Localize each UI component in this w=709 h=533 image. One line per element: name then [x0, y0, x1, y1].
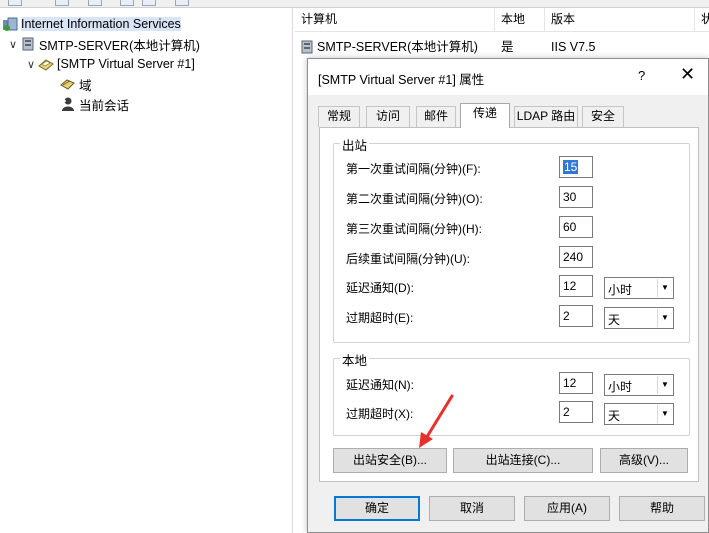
cell-version: IIS V7.5 [551, 40, 596, 54]
session-icon [60, 96, 76, 112]
column-header-version[interactable]: 版本 [545, 8, 695, 32]
tab-strip: 常规 访问 邮件 传递 LDAP 路由 安全 [318, 103, 698, 128]
view-icon[interactable] [55, 0, 69, 6]
tab-ldap-routing[interactable]: LDAP 路由 [514, 106, 578, 127]
list-item[interactable]: SMTP-SERVER(本地计算机) 是 IIS V7.5 [295, 37, 709, 57]
tree-item-sessions[interactable]: 当前会话 [60, 94, 129, 114]
server-icon [20, 36, 36, 52]
tab-general[interactable]: 常规 [318, 106, 360, 127]
subsequent-retry-input[interactable]: 240 [559, 246, 593, 268]
apply-button[interactable]: 应用(A) [524, 496, 610, 521]
tree-item-server[interactable]: ∨ SMTP-SERVER(本地计算机) [6, 34, 200, 54]
cancel-button[interactable]: 取消 [429, 496, 515, 521]
outbound-group-title: 出站 [340, 135, 370, 154]
help-toolbar-icon[interactable] [175, 0, 189, 6]
help-button[interactable]: 帮助 [619, 496, 705, 521]
outbound-delay-notify-unit-select[interactable]: 小时 ▼ [604, 277, 674, 299]
help-icon[interactable]: ? [638, 68, 645, 83]
column-header-computer[interactable]: 计算机 [295, 8, 495, 32]
ok-button[interactable]: 确定 [334, 496, 420, 521]
second-retry-input[interactable]: 30 [559, 186, 593, 208]
properties-icon[interactable] [120, 0, 134, 6]
properties-dialog: [SMTP Virtual Server #1] 属性 ? ✕ 常规 访问 邮件… [307, 58, 709, 533]
advanced-button[interactable]: 高级(V)... [600, 448, 688, 473]
close-icon[interactable]: ✕ [680, 65, 695, 83]
cell-local: 是 [501, 40, 514, 54]
select-value: 天 [608, 409, 621, 423]
outbound-expire-input[interactable]: 2 [559, 305, 593, 327]
tab-access[interactable]: 访问 [366, 106, 410, 127]
tree-label: [SMTP Virtual Server #1] [57, 57, 195, 71]
tab-security[interactable]: 安全 [582, 106, 624, 127]
select-value: 小时 [608, 380, 633, 394]
chevron-down-icon[interactable]: ∨ [6, 38, 20, 51]
local-expire-unit-select[interactable]: 天 ▼ [604, 403, 674, 425]
tab-messages[interactable]: 邮件 [416, 106, 456, 127]
first-retry-input[interactable]: 15 [559, 156, 593, 178]
tree-label: Internet Information Services [21, 17, 181, 31]
chevron-down-icon[interactable]: ▼ [657, 376, 672, 394]
tab-delivery[interactable]: 传递 [460, 103, 510, 128]
tree-label: 域 [79, 78, 92, 93]
outbound-expire-label: 过期超时(E): [346, 311, 414, 325]
smtp-virtual-server-icon [38, 56, 54, 72]
toolbar [0, 0, 709, 8]
iis-icon [2, 16, 18, 32]
second-retry-label: 第二次重试间隔(分钟)(O): [346, 192, 483, 206]
subsequent-retry-label: 后续重试间隔(分钟)(U): [346, 252, 470, 266]
select-value: 天 [608, 313, 621, 327]
third-retry-input[interactable]: 60 [559, 216, 593, 238]
tree-label: 当前会话 [79, 98, 130, 113]
export-icon[interactable] [142, 0, 156, 6]
folder-icon[interactable] [88, 0, 102, 6]
outbound-expire-unit-select[interactable]: 天 ▼ [604, 307, 674, 329]
first-retry-label: 第一次重试间隔(分钟)(F): [346, 162, 481, 176]
dialog-title-bar[interactable]: [SMTP Virtual Server #1] 属性 ? ✕ [308, 59, 708, 95]
select-value: 小时 [608, 283, 633, 297]
chevron-down-icon[interactable]: ▼ [657, 405, 672, 423]
tree-item-domains[interactable]: 域 [60, 74, 92, 94]
column-header-local[interactable]: 本地 [495, 8, 545, 32]
local-delay-notify-input[interactable]: 12 [559, 372, 593, 394]
outbound-delay-notify-label: 延迟通知(D): [346, 281, 414, 295]
delivery-panel: 出站 第一次重试间隔(分钟)(F): 15 第二次重试间隔(分钟)(O): 30… [319, 127, 699, 482]
list-header: 计算机 本地 版本 状 [295, 8, 709, 32]
cell-computer: SMTP-SERVER(本地计算机) [317, 40, 478, 54]
back-icon[interactable] [8, 0, 22, 6]
column-header-status[interactable]: 状 [695, 8, 709, 32]
dialog-title: [SMTP Virtual Server #1] 属性 [318, 73, 485, 87]
annotation-arrow-icon [419, 394, 454, 448]
local-group-title: 本地 [340, 350, 370, 369]
tree-item-iis[interactable]: Internet Information Services [2, 14, 181, 34]
local-delay-notify-unit-select[interactable]: 小时 ▼ [604, 374, 674, 396]
chevron-down-icon[interactable]: ▼ [657, 309, 672, 327]
domain-icon [60, 76, 76, 92]
third-retry-label: 第三次重试间隔(分钟)(H): [346, 222, 482, 236]
tree-label: SMTP-SERVER(本地计算机) [39, 38, 200, 53]
local-delay-notify-label: 延迟通知(N): [346, 378, 414, 392]
tree-item-virtual-server[interactable]: ∨ [SMTP Virtual Server #1] [24, 54, 195, 74]
outbound-delay-notify-input[interactable]: 12 [559, 275, 593, 297]
local-group: 本地 延迟通知(N): 12 小时 ▼ 过期超时(X): 2 天 ▼ [333, 350, 690, 436]
local-expire-input[interactable]: 2 [559, 401, 593, 423]
outbound-group: 出站 第一次重试间隔(分钟)(F): 15 第二次重试间隔(分钟)(O): 30… [333, 135, 690, 343]
chevron-down-icon[interactable]: ∨ [24, 58, 38, 71]
local-expire-label: 过期超时(X): [346, 407, 414, 421]
tree-pane: Internet Information Services ∨ SMTP-SER… [0, 8, 293, 533]
chevron-down-icon[interactable]: ▼ [657, 279, 672, 297]
outbound-security-button[interactable]: 出站安全(B)... [333, 448, 447, 473]
outbound-connections-button[interactable]: 出站连接(C)... [453, 448, 593, 473]
